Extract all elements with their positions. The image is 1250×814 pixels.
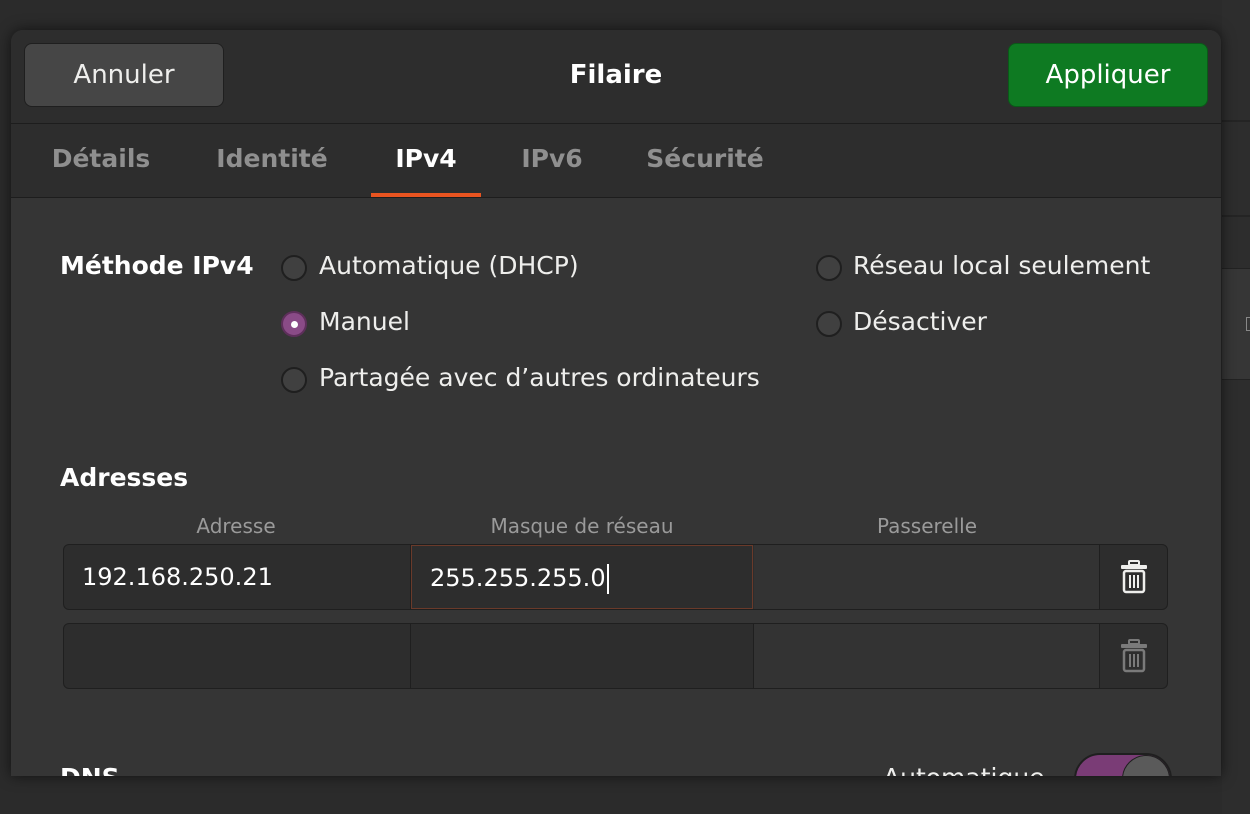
switch-knob (1122, 755, 1170, 776)
dns-label: DNS (60, 763, 120, 776)
trash-icon (1121, 560, 1147, 594)
tab-security[interactable]: Sécurité (641, 124, 769, 197)
radio-shared[interactable] (281, 367, 307, 393)
radio-label-shared[interactable]: Partagée avec d’autres ordinateurs (319, 363, 760, 392)
tab-bar: Détails Identité IPv4 IPv6 Sécurité (11, 124, 1221, 198)
apply-button[interactable]: Appliquer (1008, 43, 1208, 107)
gateway-field[interactable] (754, 624, 1099, 688)
tab-details[interactable]: Détails (43, 124, 159, 197)
header-bar: Annuler Filaire Appliquer (11, 30, 1221, 124)
tab-ipv4[interactable]: IPv4 (371, 124, 481, 197)
radio-label-link-local[interactable]: Réseau local seulement (853, 251, 1150, 280)
address-row: 192.168.250.21 255.255.255.0 (63, 544, 1168, 610)
radio-label-manual[interactable]: Manuel (319, 307, 410, 336)
address-row (63, 623, 1168, 689)
column-header-netmask: Masque de réseau (490, 514, 674, 538)
delete-row-button[interactable] (1100, 624, 1168, 688)
ipv4-method-label: Méthode IPv4 (60, 251, 254, 280)
wired-settings-dialog: Annuler Filaire Appliquer Détails Identi… (11, 30, 1221, 776)
background-divider (1222, 215, 1250, 217)
delete-row-button[interactable] (1100, 545, 1168, 609)
tab-identity[interactable]: Identité (209, 124, 335, 197)
addresses-label: Adresses (60, 463, 189, 492)
netmask-field[interactable] (411, 624, 753, 688)
radio-automatic-dhcp[interactable] (281, 255, 307, 281)
column-header-gateway: Passerelle (876, 514, 978, 538)
radio-manual[interactable] (281, 311, 307, 337)
dns-automatic-label: Automatique (883, 763, 1045, 776)
netmask-value: 255.255.255.0 (430, 564, 606, 592)
text-cursor (606, 564, 609, 594)
column-header-address: Adresse (196, 514, 276, 538)
radio-label-disable[interactable]: Désactiver (853, 307, 987, 336)
background-divider (1222, 120, 1250, 122)
dns-automatic-switch[interactable] (1074, 753, 1172, 776)
tab-ipv6[interactable]: IPv6 (511, 124, 593, 197)
address-field[interactable]: 192.168.250.21 (64, 545, 410, 609)
radio-link-local[interactable] (816, 255, 842, 281)
radio-label-automatic-dhcp[interactable]: Automatique (DHCP) (319, 251, 579, 280)
netmask-field[interactable]: 255.255.255.0 (411, 545, 753, 609)
background-window-edge (1222, 0, 1250, 814)
radio-disable[interactable] (816, 311, 842, 337)
gateway-field[interactable] (754, 545, 1099, 609)
address-value: 192.168.250.21 (82, 563, 273, 591)
address-field[interactable] (64, 624, 410, 688)
background-panel (1222, 268, 1250, 380)
trash-icon (1121, 639, 1147, 673)
